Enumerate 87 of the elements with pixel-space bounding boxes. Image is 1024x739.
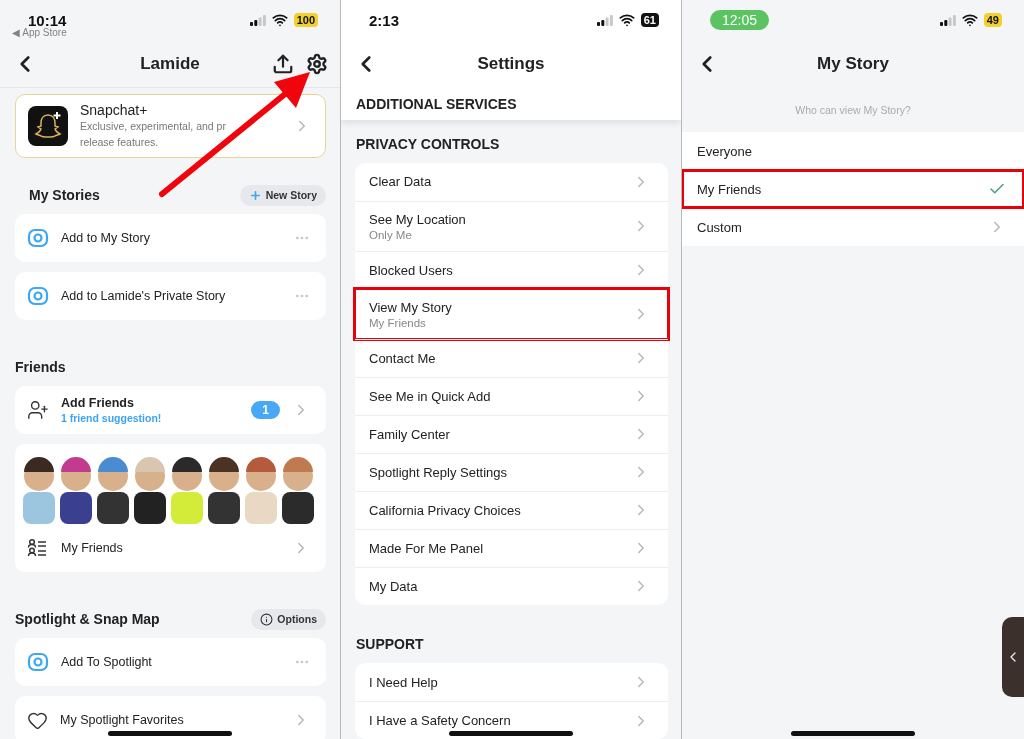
section-action-button[interactable]: Options — [251, 608, 326, 630]
setting-value: Only Me — [369, 228, 413, 241]
card-description: Exclusive, experimental, and pr — [80, 120, 227, 134]
battery-level: 49 — [983, 13, 1002, 27]
camera-icon — [27, 228, 49, 248]
setting-label: Made For Me Panel — [369, 540, 485, 556]
setting-label: I Have a Safety Concern — [369, 713, 512, 728]
setting-label: Contact Me — [369, 350, 437, 366]
row-label: Add to Lamide's Private Story — [61, 289, 227, 303]
settings-row[interactable]: Contact Me — [355, 338, 668, 377]
list-card[interactable]: Add To Spotlight — [15, 638, 326, 686]
option-row[interactable]: Everyone — [682, 132, 1024, 170]
card-description: release features. — [80, 136, 160, 150]
setting-label: California Privacy Choices — [369, 502, 522, 518]
section-title: Friends — [15, 359, 66, 375]
setting-label: I Need Help — [369, 674, 439, 690]
wifi-icon — [961, 12, 978, 28]
friends-list-icon — [27, 538, 49, 558]
row-label: Add To Spotlight — [61, 655, 153, 669]
list-card[interactable]: My Spotlight Favorites — [15, 696, 326, 739]
add-person-icon — [27, 399, 49, 421]
settings-row[interactable]: Made For Me Panel — [355, 528, 668, 567]
section-title: Spotlight & Snap Map — [15, 611, 160, 627]
screen-title: Settings — [477, 54, 545, 74]
caption-text: Who can view My Story? — [795, 104, 911, 116]
settings-row[interactable]: See Me in Quick Add — [355, 376, 668, 415]
settings-icon[interactable] — [306, 52, 328, 75]
share-icon[interactable] — [272, 52, 294, 75]
info-icon — [260, 612, 274, 626]
settings-row[interactable]: Clear Data — [355, 162, 668, 201]
signal-icon — [939, 14, 956, 26]
settings-row[interactable]: California Privacy Choices — [355, 490, 668, 529]
row-label: My Friends — [61, 541, 124, 555]
camera-icon — [27, 286, 49, 306]
camera-icon — [27, 652, 49, 672]
card-title: Snapchat+ — [80, 102, 149, 119]
battery-level: 100 — [293, 13, 318, 27]
settings-row[interactable]: I Need Help — [355, 663, 668, 701]
section-action-button[interactable]: New Story — [239, 184, 326, 206]
back-to-app-link[interactable]: ◀ App Store — [12, 27, 67, 38]
option-row[interactable]: My Friends — [682, 170, 1024, 208]
settings-row[interactable]: View My Story My Friends — [355, 288, 668, 339]
setting-label: Blocked Users — [369, 262, 454, 278]
section-title: SUPPORT — [356, 636, 424, 653]
settings-row[interactable]: Spotlight Reply Settings — [355, 452, 668, 491]
settings-row[interactable]: Blocked Users — [355, 250, 668, 289]
subscription-card[interactable]: Snapchat+ Exclusive, experimental, and pr release features. — [15, 94, 326, 158]
list-card[interactable]: Add Friends 1 friend suggestion! 1 — [15, 386, 326, 434]
row-subtitle: 1 friend suggestion! — [61, 412, 163, 424]
setting-value: My Friends — [369, 316, 427, 329]
row-label: Add to My Story — [61, 231, 151, 245]
list-card[interactable]: Add to Lamide's Private Story — [15, 272, 326, 320]
settings-row[interactable]: My Data — [355, 566, 668, 605]
setting-label: Clear Data — [369, 174, 433, 189]
battery-level: 61 — [640, 13, 659, 27]
signal-icon — [249, 14, 266, 26]
setting-label: Family Center — [369, 426, 451, 442]
status-time: 12:05 — [710, 10, 770, 30]
wifi-icon — [271, 12, 288, 28]
plus-icon — [248, 188, 262, 202]
screen-title: Lamide — [140, 53, 200, 74]
app-logo-icon — [28, 106, 68, 146]
setting-label: Spotlight Reply Settings — [369, 464, 509, 480]
side-handle[interactable] — [1002, 617, 1024, 697]
section-title: My Stories — [29, 187, 100, 203]
settings-row[interactable]: Family Center — [355, 414, 668, 453]
status-time: 2:13 — [369, 11, 400, 29]
option-label: My Friends — [697, 181, 762, 197]
setting-label: View My Story — [369, 299, 453, 315]
wifi-icon — [618, 12, 635, 28]
row-label: Add Friends — [61, 396, 135, 410]
option-label: Custom — [697, 219, 742, 235]
row-label: My Spotlight Favorites — [60, 713, 185, 727]
option-row[interactable]: Custom — [682, 208, 1024, 246]
setting-label: See Me in Quick Add — [369, 388, 492, 404]
screen-title: My Story — [817, 54, 889, 74]
option-label: Everyone — [697, 143, 752, 159]
list-card[interactable]: My Friends — [15, 444, 326, 572]
status-time: 10:14 — [28, 11, 67, 29]
list-card[interactable]: Add to My Story — [15, 214, 326, 262]
signal-icon — [596, 14, 613, 26]
count-badge: 1 — [251, 401, 280, 419]
section-title: PRIVACY CONTROLS — [356, 135, 500, 152]
settings-row[interactable]: See My Location Only Me — [355, 200, 668, 251]
setting-label: My Data — [369, 578, 419, 594]
section-title: ADDITIONAL SERVICES — [356, 96, 517, 112]
setting-label: See My Location — [369, 211, 467, 227]
